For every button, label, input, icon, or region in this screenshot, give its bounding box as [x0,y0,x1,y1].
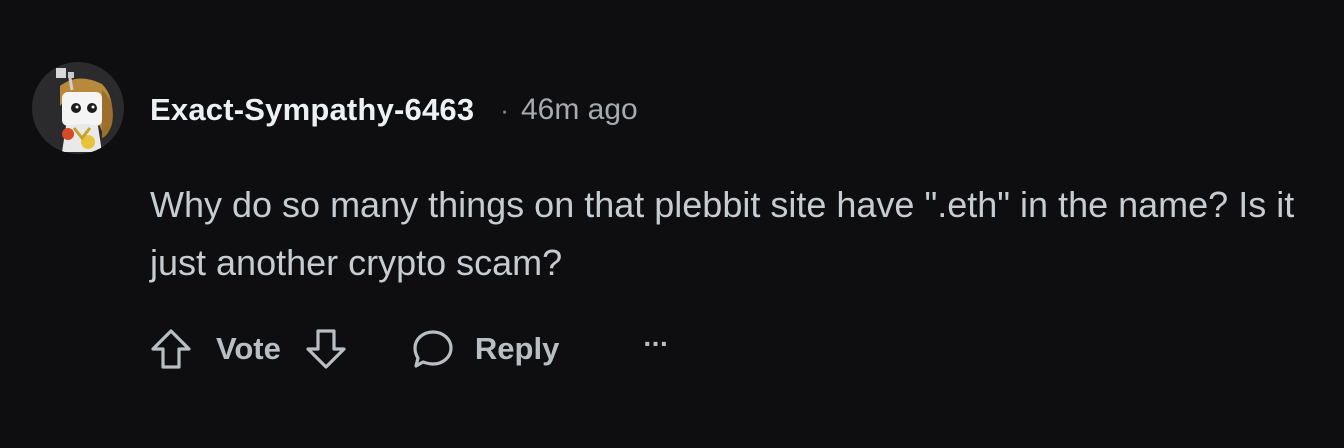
user-avatar[interactable] [32,62,124,154]
arrow-up-icon [151,329,191,369]
more-options-button[interactable]: ··· [643,330,669,368]
downvote-button[interactable] [303,326,349,372]
username-link[interactable]: Exact-Sympathy-6463 [150,92,474,128]
speech-bubble-icon [413,330,453,368]
vote-label: Vote [216,331,281,366]
snoo-avatar-icon [56,68,113,152]
arrow-down-icon [306,329,346,369]
reply-button[interactable]: Reply [411,327,559,371]
reply-label: Reply [474,331,560,366]
upvote-button[interactable] [148,326,194,372]
comment-actions: Vote Reply ··· [148,322,669,376]
separator-dot: · [500,94,509,125]
comment: Exact-Sympathy-6463 · 46m ago Why do so … [0,0,1344,448]
comment-header: Exact-Sympathy-6463 · 46m ago [150,88,638,132]
comment-body: Why do so many things on that plebbit si… [150,184,1295,283]
timestamp[interactable]: 46m ago [521,93,638,127]
